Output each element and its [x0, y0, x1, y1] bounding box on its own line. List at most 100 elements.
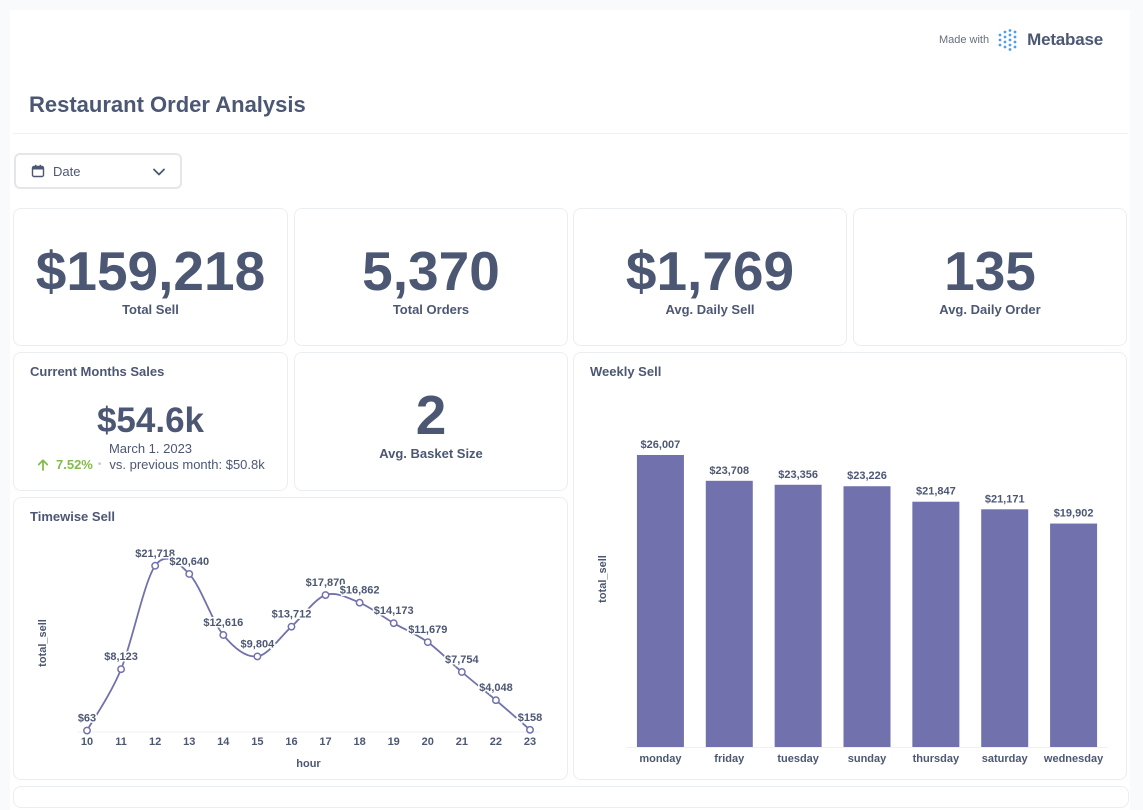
bar	[774, 484, 822, 747]
kpi-card-avg-daily-order[interactable]: 135 Avg. Daily Order	[853, 208, 1127, 346]
trend-date: March 1. 2023	[108, 441, 193, 456]
bar	[636, 455, 684, 747]
data-label: $63	[78, 713, 96, 725]
avg-basket-size-card[interactable]: 2 Avg. Basket Size	[294, 352, 568, 491]
dashboard-title: Restaurant Order Analysis	[29, 92, 306, 117]
x-tick-label: 23	[524, 736, 536, 748]
x-axis-title: hour	[296, 758, 321, 770]
data-label: $21,847	[916, 486, 956, 498]
kpi-label: Total Sell	[122, 302, 179, 317]
data-label: $14,173	[374, 605, 414, 617]
data-label: $26,007	[641, 439, 681, 451]
made-with-text: Made with	[938, 34, 990, 46]
metabase-wordmark: Metabase	[1027, 30, 1103, 49]
x-tick-label: 10	[81, 736, 93, 748]
kpi-label: Avg. Daily Order	[939, 302, 1041, 317]
y-axis-title: total_sell	[37, 619, 49, 667]
kpi-card-total-sell[interactable]: $159,218 Total Sell	[13, 208, 288, 346]
trend-previous: vs. previous month: $50.8k	[109, 457, 265, 472]
data-label: $21,171	[985, 493, 1025, 505]
x-tick-label: wednesday	[1043, 753, 1104, 765]
bar	[705, 480, 753, 747]
data-point	[185, 570, 194, 578]
x-tick-label: 19	[388, 736, 400, 748]
x-tick-label: 17	[319, 736, 331, 748]
trend-comparison: 7.52% • vs. previous month: $50.8k	[36, 457, 265, 472]
x-tick-label: tuesday	[777, 753, 819, 765]
x-tick-label: 16	[285, 736, 297, 748]
metabase-logo-icon	[998, 29, 1017, 51]
x-tick-label: 12	[149, 736, 161, 748]
date-filter[interactable]: Date	[14, 153, 182, 189]
x-tick-label: 18	[353, 736, 365, 748]
kpi-value: 2	[415, 384, 447, 446]
x-tick-label: friday	[714, 753, 745, 765]
data-point	[423, 638, 432, 647]
chevron-down-icon	[153, 168, 165, 176]
kpi-label: Avg. Daily Sell	[665, 302, 755, 317]
x-tick-label: thursday	[913, 753, 960, 765]
data-point	[219, 631, 228, 639]
data-point	[491, 696, 500, 705]
weekly-sell-card[interactable]: Weekly Sell $26,007 monday $23,708 friday $2…	[573, 352, 1127, 780]
data-label: $9,804	[241, 638, 276, 650]
x-tick-label: 15	[251, 736, 263, 748]
kpi-card-avg-daily-sell[interactable]: $1,769 Avg. Daily Sell	[573, 208, 847, 346]
data-label: $23,226	[847, 470, 887, 482]
arrow-up-icon	[37, 458, 49, 471]
data-point	[355, 598, 364, 607]
data-point	[457, 668, 466, 676]
kpi-value: 5,370	[362, 240, 500, 302]
next-card-edge	[13, 786, 1129, 808]
kpi-value: $159,218	[35, 240, 266, 302]
data-point	[287, 622, 296, 631]
data-point	[321, 591, 330, 599]
data-label: $19,902	[1054, 508, 1094, 520]
trend-value: $54.6k	[96, 401, 205, 440]
data-label: $12,616	[203, 617, 243, 629]
data-point	[117, 665, 126, 674]
x-tick-label: saturday	[982, 753, 1029, 765]
data-label: $20,640	[169, 556, 209, 568]
date-filter-label: Date	[53, 163, 81, 179]
data-label: $7,754	[445, 654, 480, 666]
data-point	[151, 561, 160, 570]
data-label: $23,356	[778, 469, 818, 481]
data-label: $158	[518, 712, 542, 724]
data-point	[83, 726, 91, 735]
x-tick-label: 20	[422, 736, 434, 748]
weekly-bar-chart: $26,007 monday $23,708 friday $23,356 tuesday…	[597, 439, 1108, 765]
data-point	[389, 619, 398, 628]
kpi-card-total-orders[interactable]: 5,370 Total Orders	[294, 208, 568, 346]
x-tick-label: monday	[639, 753, 682, 765]
metabase-branding[interactable]: Made with Metabase	[939, 29, 1103, 51]
card-title: Current Months Sales	[30, 364, 165, 379]
current-months-sales-card[interactable]: Current Months Sales $54.6k March 1. 202…	[13, 352, 288, 491]
kpi-label: Avg. Basket Size	[379, 446, 483, 461]
data-label: $11,679	[408, 624, 447, 636]
x-tick-label: 13	[183, 736, 195, 748]
data-label: $4,048	[479, 682, 513, 694]
timewise-sell-card[interactable]: Timewise Sell $63 10 $8,123 11 $21,718 12 $20,…	[13, 497, 568, 780]
kpi-value: 135	[944, 240, 1036, 302]
data-label: $8,123	[104, 651, 138, 663]
kpi-value: $1,769	[625, 240, 795, 302]
header-divider	[13, 133, 1128, 134]
data-point	[526, 725, 534, 734]
x-tick-label: 14	[217, 736, 230, 748]
bar	[843, 486, 891, 747]
data-label: $13,712	[272, 609, 312, 621]
trend-change-percent: 7.52%	[56, 457, 93, 472]
x-tick-label: sunday	[848, 753, 887, 765]
calendar-icon	[31, 164, 45, 178]
x-tick-label: 21	[456, 736, 468, 748]
bar	[981, 509, 1029, 747]
y-axis-title: total_sell	[597, 555, 609, 603]
kpi-label: Total Orders	[392, 302, 470, 317]
data-label: $16,862	[340, 585, 380, 597]
timewise-line-chart: $6310$8,12311$21,71812$20,64013$12,61614…	[37, 546, 544, 770]
x-tick-label: 22	[490, 736, 502, 748]
data-point	[253, 652, 262, 661]
bar	[912, 501, 960, 747]
x-tick-label: 11	[115, 736, 127, 748]
